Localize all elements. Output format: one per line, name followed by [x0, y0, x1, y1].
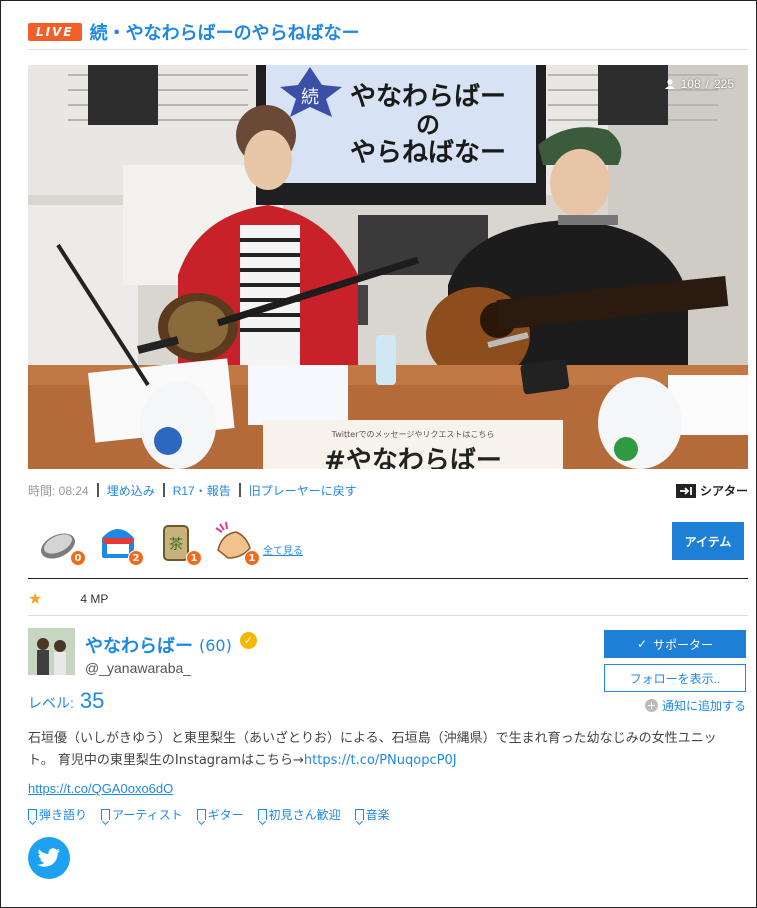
- star-icon: ★: [28, 591, 43, 608]
- separator: [96, 483, 99, 497]
- divider: [28, 578, 748, 579]
- screen-text-line3: やらねばなー: [350, 138, 506, 168]
- tag-item[interactable]: ギター: [196, 806, 244, 823]
- supporter-button[interactable]: ✓ サポーター: [604, 630, 746, 658]
- bookmark-icon: [354, 809, 364, 820]
- tag-label: 弾き語り: [39, 808, 88, 822]
- tea-char: 茶: [169, 537, 183, 553]
- bookmark-icon: [257, 809, 267, 820]
- theater-button[interactable]: シアター: [675, 482, 748, 499]
- gift-count: 2: [128, 550, 144, 566]
- separator: [162, 483, 165, 497]
- supporter-label: サポーター: [653, 637, 714, 652]
- see-all-link[interactable]: 全て見る: [263, 542, 303, 557]
- gift-count: 0: [70, 550, 86, 566]
- mp-row: ★ 4 MP: [28, 584, 748, 614]
- gift-count: 1: [186, 550, 202, 566]
- tag-label: アーティスト: [112, 808, 183, 822]
- divider: [28, 615, 748, 616]
- poster-big-text: #やなわらばー: [324, 446, 502, 469]
- live-badge: LIVE: [28, 22, 82, 41]
- level-value: 35: [79, 688, 105, 713]
- bookmark-icon: [196, 809, 206, 820]
- viewer-current: 108: [680, 77, 701, 91]
- channel-name-text: やなわらばー: [85, 636, 193, 657]
- tag-item[interactable]: 音楽: [354, 806, 390, 823]
- video-frame: 続 やなわらばー の やらねばなー Twitterでのメッセージやリクエストはこ…: [28, 65, 748, 469]
- embed-link[interactable]: 埋め込み: [107, 482, 155, 499]
- screen-badge-text: 続: [301, 87, 319, 108]
- tag-label: ギター: [207, 808, 244, 822]
- tag-label: 初見さん歓迎: [268, 808, 341, 822]
- user-icon: [664, 79, 675, 89]
- channel-age: (60): [199, 635, 232, 655]
- report-link[interactable]: R17・報告: [173, 482, 231, 499]
- player-links: 時間: 08:24 埋め込み R17・報告 旧プレーヤーに戻す シアター: [28, 482, 748, 498]
- separator: [238, 483, 241, 497]
- video-player[interactable]: 続 やなわらばー の やらねばなー Twitterでのメッセージやリクエストはこ…: [28, 65, 748, 469]
- viewer-count: 108/225: [664, 77, 734, 91]
- gift-coin[interactable]: 0: [38, 520, 86, 566]
- stream-header: LIVE 続・やなわらばーのやらねばなー: [28, 14, 748, 50]
- theater-icon: [675, 483, 696, 498]
- tag-list: 弾き語り アーティスト ギター 初見さん歓迎 音楽: [28, 806, 390, 823]
- twitter-icon: [37, 848, 60, 867]
- viewer-total: 225: [713, 77, 734, 91]
- elapsed-time: 時間: 08:24: [28, 483, 89, 498]
- screen-text-line1: やなわらばー: [350, 82, 506, 112]
- avatar[interactable]: [28, 628, 75, 675]
- gift-count: 1: [244, 550, 260, 566]
- check-icon: ✓: [636, 637, 648, 651]
- avatar-image: [28, 628, 75, 675]
- tag-item[interactable]: 初見さん歓迎: [257, 806, 341, 823]
- theater-label: シアター: [699, 484, 748, 498]
- item-button[interactable]: アイテム: [672, 522, 744, 560]
- bio: 石垣優（いしがきゆう）と東里梨生（あいざとりお）による、石垣島（沖縄県）で生まれ…: [28, 728, 728, 772]
- stream-title[interactable]: 続・やなわらばーのやらねばなー: [90, 19, 360, 45]
- plus-icon: +: [645, 699, 658, 712]
- gift-clap[interactable]: 1: [212, 520, 260, 566]
- old-player-link[interactable]: 旧プレーヤーに戻す: [249, 482, 357, 499]
- follow-button[interactable]: フォローを表示..: [604, 664, 746, 692]
- verified-icon: ✓: [239, 631, 257, 649]
- level: レベル: 35: [28, 688, 104, 714]
- gift-list: 0 2 茶 1 1: [38, 520, 260, 566]
- level-label: レベル:: [28, 695, 74, 711]
- bookmark-icon: [28, 809, 37, 820]
- twitter-button[interactable]: [28, 837, 70, 879]
- tag-item[interactable]: アーティスト: [101, 806, 183, 823]
- channel-name[interactable]: やなわらばー (60) ✓: [85, 631, 257, 658]
- mp-value: 4 MP: [80, 592, 109, 606]
- gift-tea[interactable]: 茶 1: [154, 520, 202, 566]
- gift-shop[interactable]: 2: [96, 520, 144, 566]
- channel-handle: @_yanawaraba_: [85, 660, 192, 676]
- notify-link[interactable]: + 通知に追加する: [645, 697, 746, 714]
- profile-link[interactable]: https://t.co/QGA0oxo6dO: [28, 781, 173, 796]
- notify-label: 通知に追加する: [662, 699, 747, 713]
- bio-instagram-link[interactable]: https://t.co/PNuqopcP0J: [304, 753, 457, 768]
- tag-label: 音楽: [365, 808, 390, 822]
- bookmark-icon: [101, 809, 111, 820]
- poster-small-text: Twitterでのメッセージやリクエストはこちら: [331, 430, 495, 439]
- screen-text-line2: の: [416, 111, 440, 139]
- tag-item[interactable]: 弾き語り: [28, 806, 87, 823]
